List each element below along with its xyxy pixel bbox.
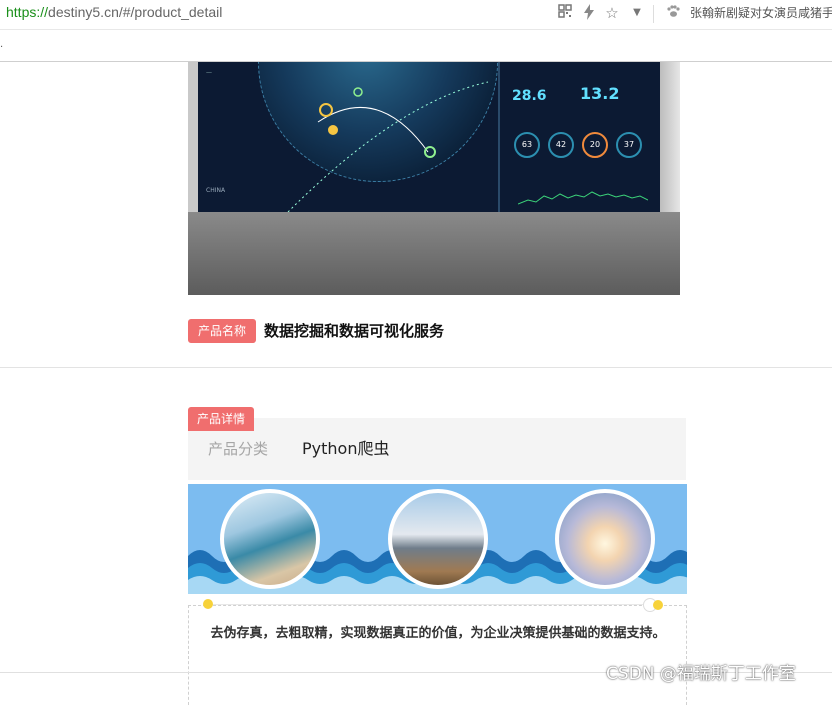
lightning-icon[interactable]	[580, 4, 598, 22]
star-icon[interactable]: ☆	[603, 4, 621, 22]
hero-stat-1: 28.6	[512, 88, 547, 104]
description-rule	[208, 604, 652, 605]
url-scheme: https://	[6, 4, 49, 20]
category-label: 产品分类	[208, 440, 269, 458]
product-title: 数据挖掘和数据可视化服务	[264, 322, 445, 340]
hero-line-chart	[518, 191, 648, 205]
product-name-badge: 产品名称	[188, 319, 256, 343]
svg-text:CHINA: CHINA	[206, 187, 226, 194]
category-panel: 产品分类 Python爬虫	[188, 418, 686, 480]
bookmark-bar: ·	[0, 30, 832, 62]
product-detail-badge: 产品详情	[188, 407, 254, 431]
beach-photo-1	[220, 489, 320, 589]
globe-routes: — CHINA	[206, 69, 489, 213]
decor-dot-left	[203, 599, 213, 609]
qr-code-icon[interactable]	[556, 4, 574, 22]
section-divider	[0, 367, 832, 368]
pier-photo	[388, 489, 488, 589]
hero-ring-4: 37	[616, 132, 642, 158]
url-path: destiny5.cn/#/product_detail	[48, 4, 223, 20]
detail-banner	[188, 484, 687, 594]
toolbar-divider	[653, 5, 654, 23]
hero-stat-2: 13.2	[580, 84, 620, 103]
news-ticker[interactable]: 张翰新剧疑对女演员咸猪手	[690, 5, 832, 21]
bookmark-marker: ·	[0, 42, 4, 53]
hero-ring-3: 20	[582, 132, 608, 158]
csdn-watermark: CSDN @福瑞斯丁工作室	[606, 664, 796, 684]
category-value: Python爬虫	[302, 439, 390, 458]
hero-wall-left	[188, 62, 198, 222]
decor-dot-right	[653, 600, 663, 610]
hero-dashboard-screen: — CHINA 28.6 13.2 63 42 20 37	[198, 62, 660, 222]
hero-ring-2: 42	[548, 132, 574, 158]
sunset-photo	[555, 489, 655, 589]
chevron-down-icon[interactable]: ▼	[628, 4, 646, 22]
hero-ring-1: 63	[514, 132, 540, 158]
product-hero-image: — CHINA 28.6 13.2 63 42 20 37	[188, 62, 680, 295]
url-text[interactable]: https://destiny5.cn/#/product_detail	[6, 3, 222, 21]
hero-floor	[188, 212, 680, 295]
paw-icon[interactable]	[664, 4, 682, 22]
svg-text:—: —	[206, 69, 212, 76]
product-description: 去伪存真，去粗取精，实现数据真正的价值，为企业决策提供基础的数据支持。	[210, 626, 666, 641]
screen-divider	[498, 62, 500, 222]
hero-wall-right	[660, 62, 680, 222]
address-bar[interactable]: https://destiny5.cn/#/product_detail ☆ ▼…	[0, 0, 832, 30]
